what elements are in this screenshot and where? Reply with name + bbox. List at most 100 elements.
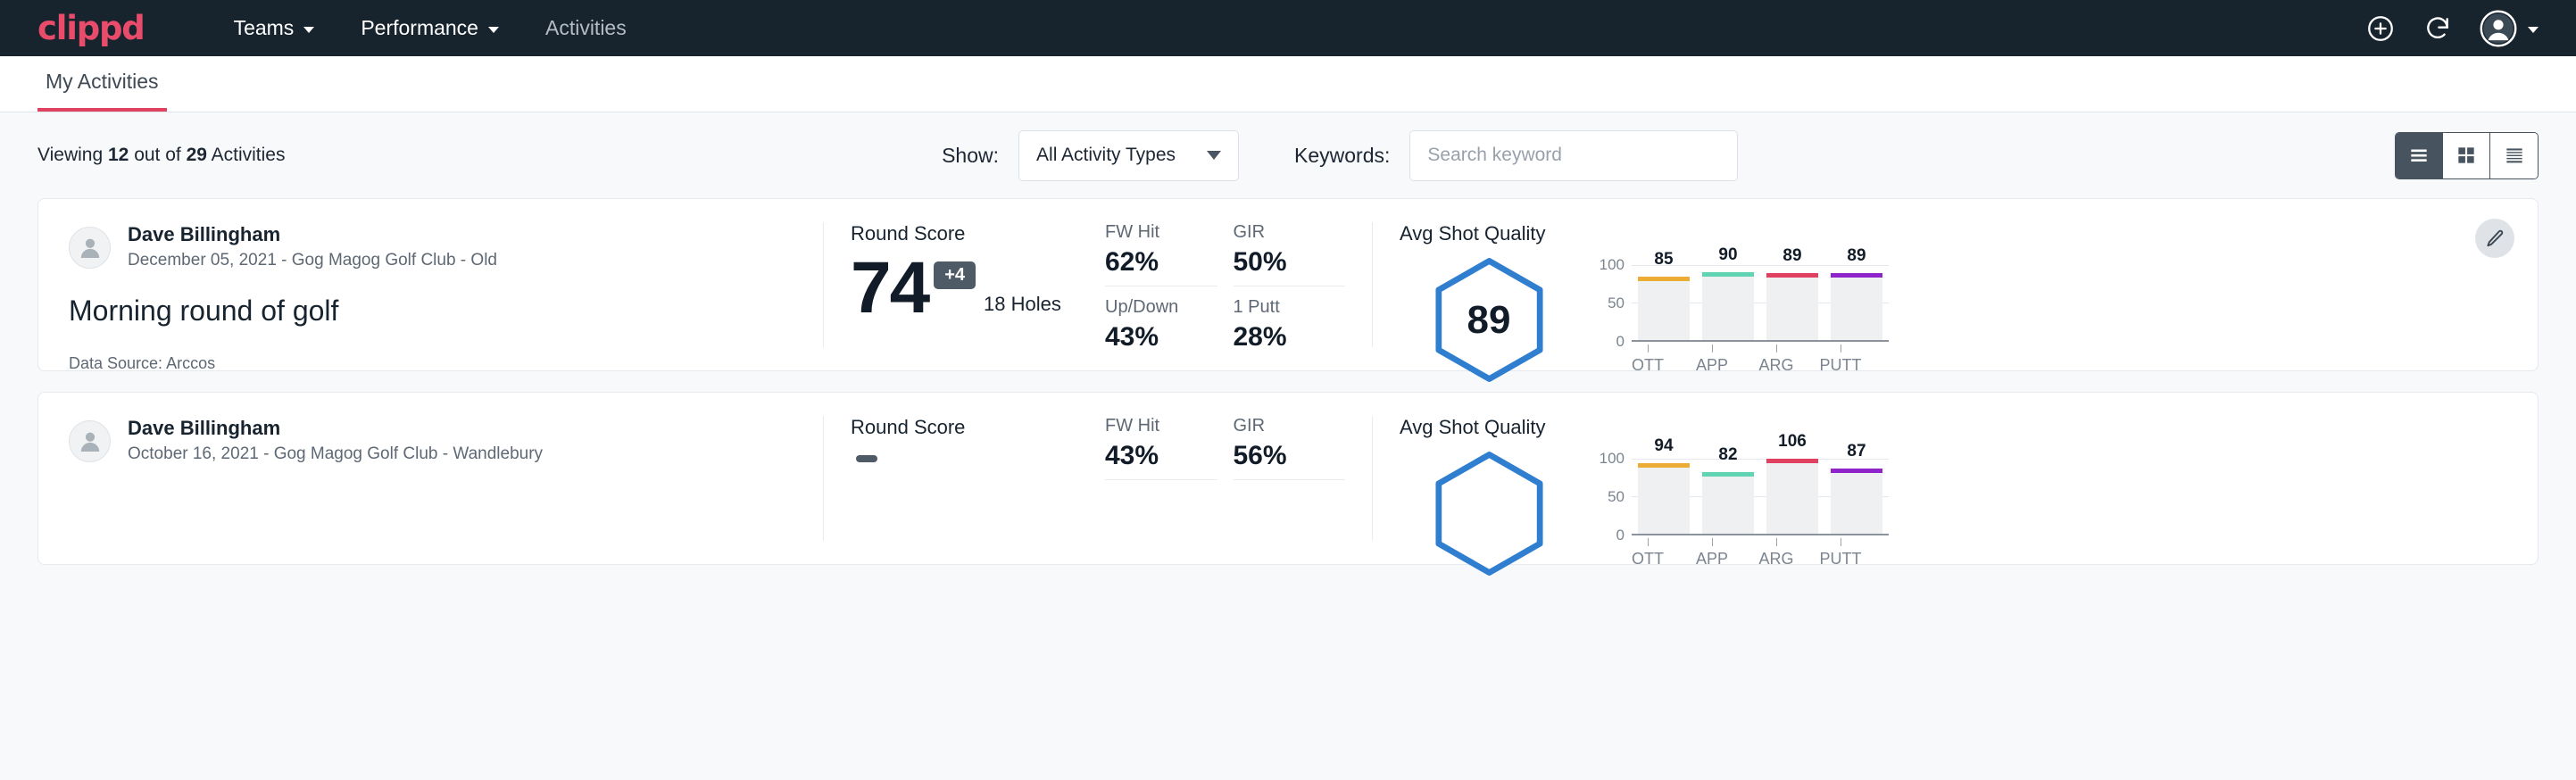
search-input[interactable] — [1409, 130, 1738, 181]
shot-quality-body: 100 50 0 94 — [1400, 450, 2538, 577]
shot-quality-label: Avg Shot Quality — [1400, 222, 2538, 245]
shot-quality-chart: 100 50 0 85 — [1578, 265, 1889, 375]
brand-logo[interactable]: clippd — [37, 9, 145, 47]
x-tick-app: APP — [1686, 538, 1738, 568]
top-navbar: clippd Teams Performance Activities — [0, 0, 2576, 56]
x-tick-ott: OTT — [1622, 344, 1674, 375]
bar-arg: 89 — [1766, 265, 1818, 340]
bar-value: 85 — [1654, 250, 1673, 270]
x-label: PUTT — [1820, 550, 1862, 568]
nav-item-activities[interactable]: Activities — [522, 7, 650, 49]
stat-label: 1 Putt — [1234, 297, 1346, 318]
tab-my-activities[interactable]: My Activities — [37, 70, 167, 112]
nav-item-performance[interactable]: Performance — [337, 7, 522, 49]
person-icon — [75, 232, 105, 262]
person-row: Dave Billingham December 05, 2021 - Gog … — [69, 222, 793, 272]
account-menu[interactable] — [2480, 10, 2539, 47]
bar-rect — [1638, 463, 1690, 534]
score-badge: +4 — [934, 261, 976, 289]
stat-value: 43% — [1105, 441, 1217, 471]
tick-mark — [1712, 538, 1713, 546]
view-toggle-list[interactable] — [2396, 133, 2443, 178]
stat-label: FW Hit — [1105, 222, 1217, 243]
stat-label: Up/Down — [1105, 297, 1217, 318]
viewing-mid: out of — [129, 145, 186, 165]
view-toggle-group — [2395, 132, 2539, 179]
show-label: Show: — [942, 144, 999, 168]
chevron-down-icon — [1207, 151, 1221, 160]
x-label: APP — [1696, 356, 1728, 375]
bar-value: 87 — [1847, 442, 1866, 461]
shot-quality-hex — [1400, 450, 1578, 577]
chevron-down-icon — [303, 27, 314, 33]
round-score-label: Round Score — [851, 222, 1105, 245]
viewing-suffix: Activities — [207, 145, 286, 165]
chart-plot-area: 85 90 89 — [1632, 265, 1889, 342]
stats-column: FW Hit 43% GIR 56% — [1105, 416, 1373, 541]
viewing-count: 12 — [108, 145, 129, 165]
list-view-icon — [2407, 144, 2431, 167]
bar-putt: 87 — [1831, 459, 1882, 534]
chart-plot-area: 94 82 106 — [1632, 459, 1889, 535]
viewing-prefix: Viewing — [37, 145, 108, 165]
nav-item-teams[interactable]: Teams — [211, 7, 338, 49]
round-score-column: Round Score 74 +4 18 Holes — [824, 222, 1105, 347]
activity-card[interactable]: Dave Billingham December 05, 2021 - Gog … — [37, 198, 2539, 371]
shot-quality-score: 89 — [1467, 298, 1511, 343]
stat-value: 56% — [1234, 441, 1346, 471]
chart-x-axis: OTT APP ARG PUTT — [1616, 344, 1873, 375]
bar-app: 82 — [1702, 459, 1754, 534]
bar-rect — [1831, 469, 1882, 534]
page-content: Viewing 12 out of 29 Activities Show: Al… — [0, 112, 2576, 780]
stat-up-down: Up/Down 43% — [1105, 297, 1217, 361]
x-label: ARG — [1758, 356, 1793, 375]
round-score-label: Round Score — [851, 416, 1105, 439]
shot-quality-chart: 100 50 0 94 — [1578, 459, 1889, 568]
hexagon-icon — [1429, 450, 1550, 577]
stats-column: FW Hit 62% GIR 50% Up/Down 43% 1 Putt 28… — [1105, 222, 1373, 347]
bar-value: 94 — [1654, 436, 1673, 456]
show-filter-group: Show: All Activity Types Keywords: — [942, 130, 1738, 181]
stat-label: GIR — [1234, 222, 1346, 243]
activity-card[interactable]: Dave Billingham October 16, 2021 - Gog M… — [37, 392, 2539, 565]
activity-type-select[interactable]: All Activity Types — [1018, 130, 1239, 181]
refresh-icon[interactable] — [2422, 13, 2453, 44]
avatar — [69, 227, 111, 269]
holes-label: 18 Holes — [984, 293, 1061, 316]
x-tick-putt: PUTT — [1815, 538, 1866, 568]
chart-bars: 85 90 89 — [1632, 265, 1889, 340]
pencil-icon — [2485, 228, 2505, 249]
primary-nav: Teams Performance Activities — [211, 7, 650, 49]
person-details: Dave Billingham December 05, 2021 - Gog … — [128, 222, 497, 272]
x-label: APP — [1696, 550, 1728, 568]
activity-title: Morning round of golf — [69, 295, 793, 328]
score-badge — [856, 455, 877, 462]
person-name: Dave Billingham — [128, 416, 543, 441]
stat-label: FW Hit — [1105, 416, 1217, 436]
stat-one-putt: 1 Putt 28% — [1234, 297, 1346, 361]
x-tick-arg: ARG — [1750, 538, 1802, 568]
y-tick-100: 100 — [1600, 450, 1625, 468]
tick-mark — [1776, 538, 1777, 546]
chart-y-axis: 100 50 0 — [1594, 459, 1632, 535]
tick-mark — [1648, 538, 1649, 546]
nav-item-teams-label: Teams — [234, 16, 295, 40]
filter-toolbar: Viewing 12 out of 29 Activities Show: Al… — [37, 112, 2539, 198]
tab-bar: My Activities — [0, 56, 2576, 112]
tick-mark — [1776, 344, 1777, 353]
stat-label: GIR — [1234, 416, 1346, 436]
add-icon[interactable] — [2365, 13, 2396, 44]
y-tick-50: 50 — [1608, 295, 1625, 312]
activity-meta: December 05, 2021 - Gog Magog Golf Club … — [128, 249, 497, 273]
nav-item-activities-label: Activities — [545, 16, 627, 40]
activity-info-column: Dave Billingham October 16, 2021 - Gog M… — [38, 416, 824, 541]
edit-activity-button[interactable] — [2475, 219, 2514, 258]
person-row: Dave Billingham October 16, 2021 - Gog M… — [69, 416, 793, 466]
stat-value: 28% — [1234, 322, 1346, 353]
round-score-row — [851, 448, 1105, 462]
view-toggle-grid[interactable] — [2443, 133, 2490, 178]
view-toggle-compact[interactable] — [2490, 133, 2538, 178]
shot-quality-column: Avg Shot Quality 100 50 — [1373, 416, 2538, 541]
x-label: PUTT — [1820, 356, 1862, 375]
y-tick-0: 0 — [1616, 527, 1625, 544]
